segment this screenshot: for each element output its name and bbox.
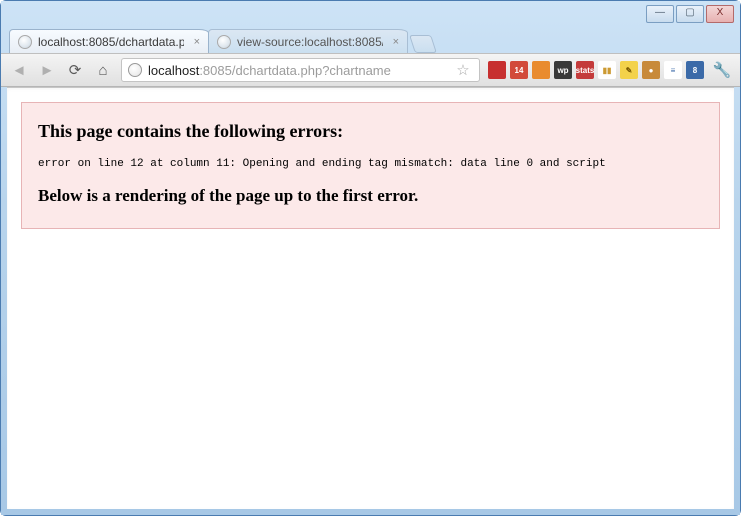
close-icon[interactable]: ×	[194, 36, 200, 48]
tab-title: view-source:localhost:8085/	[237, 35, 383, 49]
ext-red-1-icon[interactable]	[488, 61, 506, 79]
window-minimize-button[interactable]: —	[646, 5, 674, 23]
window-close-button[interactable]: X	[706, 5, 734, 23]
forward-button[interactable]: ►	[37, 62, 57, 79]
ext-wait-icon[interactable]: wp	[554, 61, 572, 79]
toolbar: ◄ ► ⟳ ⌂ localhost:8085/dchartdata.php?ch…	[1, 53, 740, 87]
home-button[interactable]: ⌂	[93, 62, 113, 79]
error-subheading: Below is a rendering of the page up to t…	[38, 186, 703, 206]
reload-button[interactable]: ⟳	[65, 61, 85, 79]
ext-abacus-icon[interactable]: ≡	[664, 61, 682, 79]
new-tab-button[interactable]	[409, 35, 437, 53]
tab-active[interactable]: localhost:8085/dchartdata.p ×	[9, 29, 209, 53]
globe-icon	[18, 35, 32, 49]
close-icon[interactable]: ×	[393, 36, 399, 48]
url-port: :8085	[199, 63, 232, 78]
address-bar[interactable]: localhost:8085/dchartdata.php?chartname …	[121, 58, 480, 82]
back-button[interactable]: ◄	[9, 62, 29, 79]
ext-blue-8-icon[interactable]: 8	[686, 61, 704, 79]
globe-icon	[128, 63, 142, 77]
ext-cal-14-icon[interactable]: 14	[510, 61, 528, 79]
page-content: This page contains the following errors:…	[7, 87, 734, 509]
ext-orange-icon[interactable]	[532, 61, 550, 79]
window-titlebar: — ▢ X	[1, 1, 740, 25]
xml-error-box: This page contains the following errors:…	[21, 102, 720, 229]
bookmark-star-icon[interactable]: ☆	[453, 61, 473, 79]
extension-icons: 14 wpstats▮▮✎●≡8	[488, 61, 704, 79]
tab-strip: localhost:8085/dchartdata.p × view-sourc…	[1, 25, 740, 53]
url-host: localhost	[148, 63, 199, 78]
wrench-menu-icon[interactable]: 🔧	[712, 61, 732, 79]
ext-yellow-icon[interactable]: ✎	[620, 61, 638, 79]
error-heading: This page contains the following errors:	[38, 121, 703, 142]
url-text: localhost:8085/dchartdata.php?chartname	[148, 63, 391, 78]
tab-inactive[interactable]: view-source:localhost:8085/ ×	[208, 29, 408, 53]
globe-icon	[217, 35, 231, 49]
error-detail-text: error on line 12 at column 11: Opening a…	[38, 158, 703, 170]
url-path: /dchartdata.php?chartname	[232, 63, 391, 78]
ext-stats-icon[interactable]: stats	[576, 61, 594, 79]
ext-bars-icon[interactable]: ▮▮	[598, 61, 616, 79]
ext-cookie-icon[interactable]: ●	[642, 61, 660, 79]
window-maximize-button[interactable]: ▢	[676, 5, 704, 23]
browser-window: — ▢ X localhost:8085/dchartdata.p × view…	[1, 1, 740, 515]
tab-title: localhost:8085/dchartdata.p	[38, 35, 184, 49]
